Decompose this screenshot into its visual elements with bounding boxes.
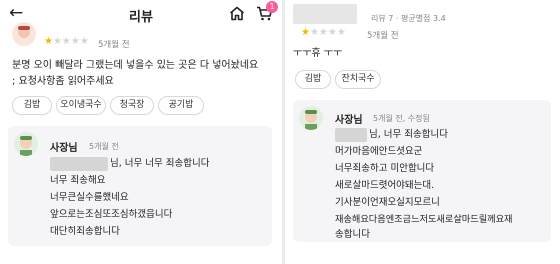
owner-name: 사장님 — [50, 143, 78, 154]
reviewer-avatar — [12, 22, 36, 46]
redacted-customer-name — [50, 157, 108, 171]
review-rating-stars: ★★★★★ — [301, 27, 346, 38]
menu-tag[interactable]: 김밥 — [12, 96, 52, 115]
top-bar: ← 리뷰 1 — [0, 0, 282, 28]
reply-line: 기사분이언재오실지모르니 — [335, 197, 440, 208]
review-text-line-2: ; 요청사항좀 읽어주세요 — [12, 76, 114, 87]
review-time: 5개월 전 — [367, 31, 399, 41]
reply-line: 너무큰실수를했네요 — [50, 192, 129, 203]
owner-avatar — [14, 132, 38, 156]
reply-line: 새로살마드렷어야돼는대. — [335, 180, 435, 191]
review-text-line-1: 분명 오이 빼달라 그랬는데 넣을수 있는 곳은 다 넣어놨네요 — [12, 60, 259, 71]
reply-line: 너무죄송하고 미안합니다 — [335, 163, 435, 174]
right-review-screen: 리뷰 7 · 평균별점 3.4 ★★★★★ 5개월 전 ㅜㅜ휴 ㅜㅜ 김밥 잔치… — [285, 0, 560, 264]
menu-tag[interactable]: 공기밥 — [158, 96, 204, 115]
menu-tag[interactable]: 잔치국수 — [335, 70, 381, 89]
home-icon[interactable] — [229, 6, 245, 21]
reply-line: 대단히죄송합니다 — [50, 226, 120, 237]
owner-name: 사장님 — [335, 115, 363, 126]
reply-line: 님, 너무 너무 죄송합니다 — [110, 158, 210, 169]
menu-tag[interactable]: 김밥 — [295, 70, 331, 89]
reply-line: 앞으로는조심또조심하갰읍니다 — [50, 209, 173, 220]
menu-tag[interactable]: 오이냉국수 — [56, 96, 106, 115]
owner-reply-box: 사장님 5개월 전 님, 너무 너무 죄송합니다 너무 죄송해요 너무큰실수를했… — [8, 126, 272, 246]
redacted-reviewer-profile — [293, 4, 357, 24]
reply-time: 5개월 전 — [89, 142, 119, 151]
reply-line: 송합니다 — [335, 229, 370, 240]
review-time: 5개월 전 — [98, 40, 130, 50]
reply-line: 님, 너무 죄송합니다 — [369, 129, 448, 140]
cart-count-badge: 1 — [266, 1, 278, 13]
owner-reply-box: 사장님 5개월 전, 수정됨 님, 너무 죄송합니다 머가마음에안드셧요군 너무… — [293, 100, 551, 242]
reviewer-stats: 리뷰 7 · 평균별점 3.4 — [371, 14, 446, 23]
review-text: ㅜㅜ휴 ㅜㅜ — [293, 48, 343, 59]
review-rating-stars: ★★★★★ — [44, 36, 89, 47]
menu-tag[interactable]: 청국장 — [110, 96, 154, 115]
owner-avatar — [299, 106, 323, 130]
redacted-customer-name — [335, 128, 367, 142]
reply-line: 너무 죄송해요 — [50, 175, 106, 186]
reply-line: 머가마음에안드셧요군 — [335, 146, 423, 157]
left-review-screen: ← 리뷰 1 ★★★★★ 5개월 전 분명 오이 빼달라 그랬는데 넣을수 있는… — [0, 0, 282, 264]
reply-time: 5개월 전, 수정됨 — [373, 114, 430, 123]
